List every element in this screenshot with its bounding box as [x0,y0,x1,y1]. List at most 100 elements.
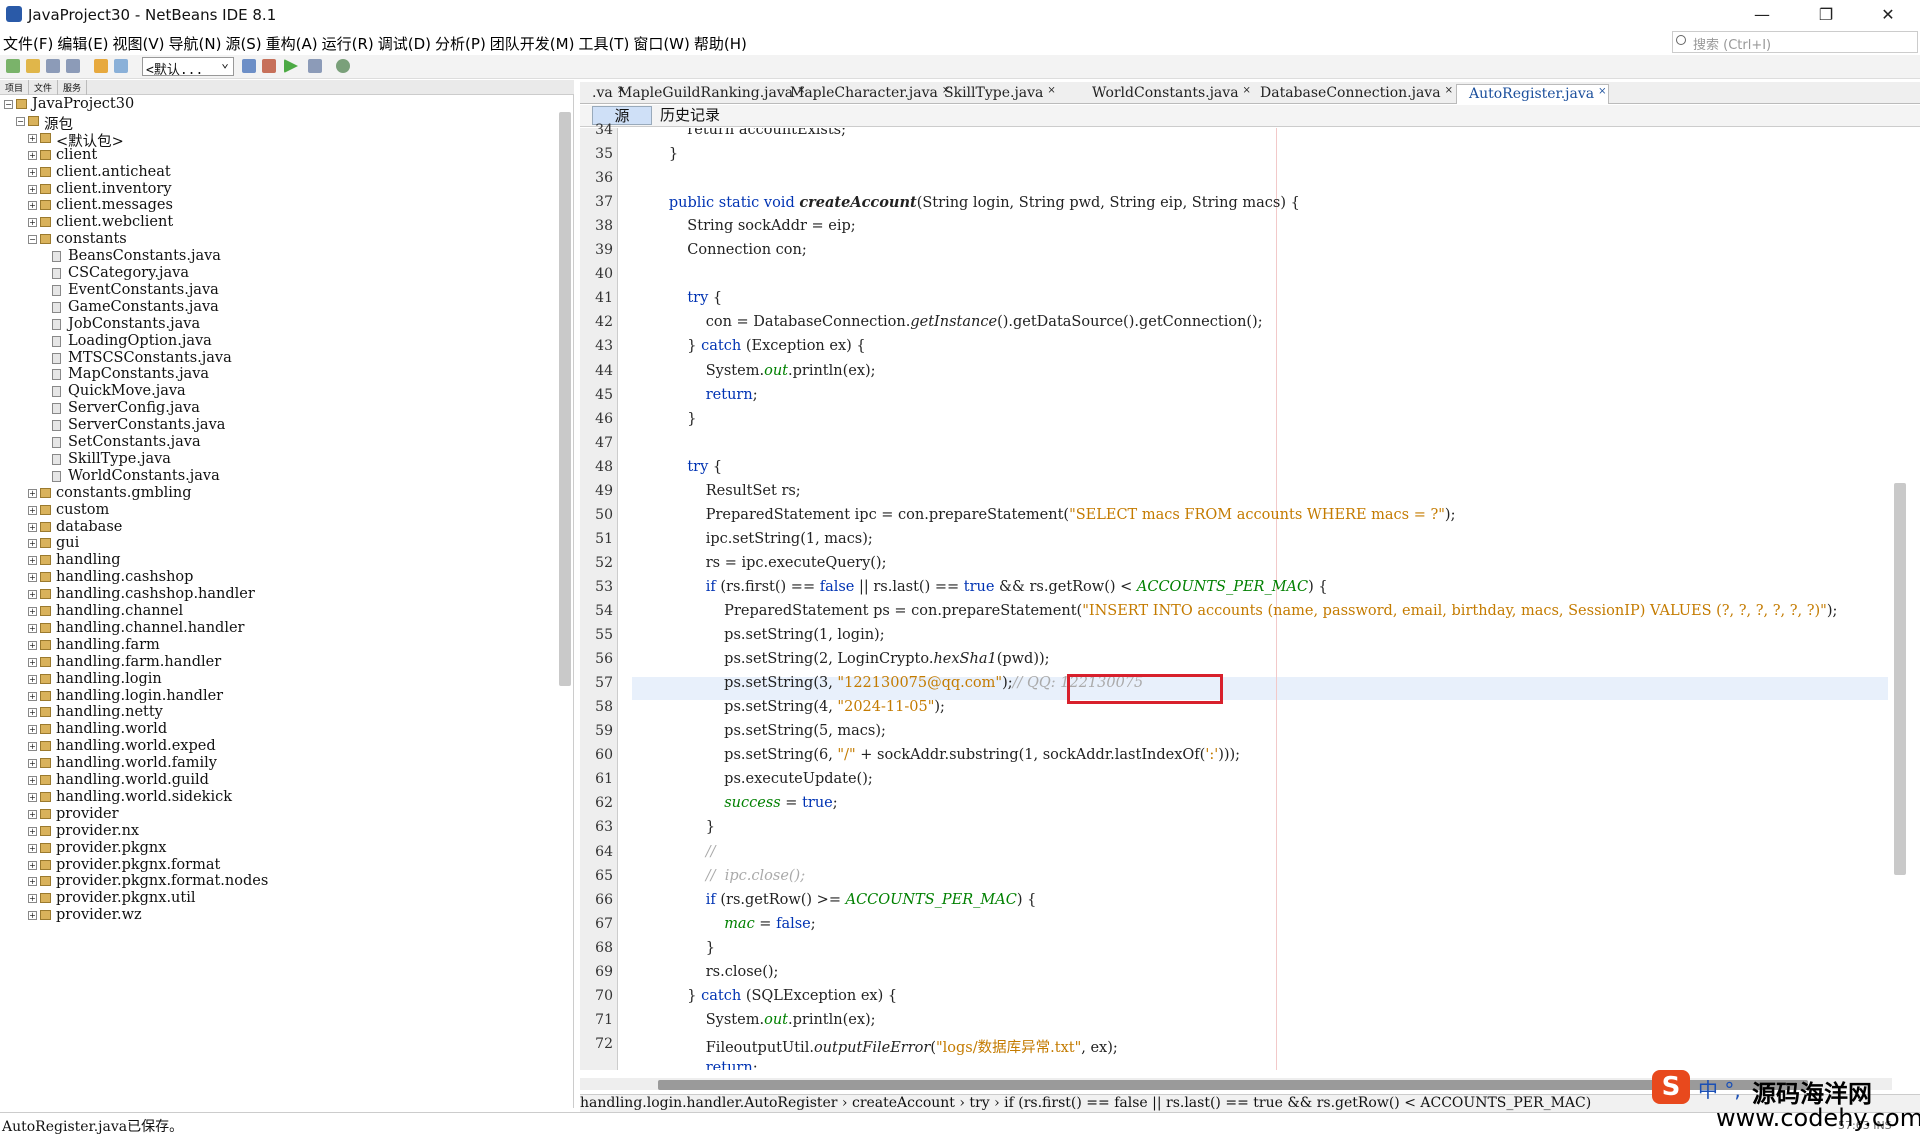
expand-icon[interactable]: + [28,607,37,616]
code-line[interactable]: con = DatabaseConnection.getInstance().g… [632,314,1263,338]
expand-icon[interactable]: + [28,708,37,718]
expand-icon[interactable]: + [28,843,37,853]
code-line[interactable]: Connection con; [632,242,806,266]
menu-item[interactable]: 调试(D) [375,30,432,54]
expand-icon[interactable]: + [28,809,37,819]
expand-icon[interactable]: + [28,894,37,904]
expand-icon[interactable]: + [28,657,37,667]
expand-icon[interactable]: + [28,573,37,583]
code-line[interactable]: // ipc.close(); [632,868,805,892]
code-line[interactable]: PreparedStatement ps = con.prepareStatem… [632,603,1837,627]
code-line[interactable]: if (rs.first() == false || rs.last() == … [632,579,1328,603]
expand-icon[interactable]: + [28,623,37,633]
code-line[interactable]: ipc.setString(1, macs); [632,531,873,555]
expand-icon[interactable]: + [28,150,37,160]
code-line[interactable]: ps.setString(2, LoginCrypto.hexSha1(pwd)… [632,651,1049,675]
editor-scroll-thumb[interactable] [1894,483,1906,875]
expand-icon[interactable]: + [28,640,37,650]
menu-item[interactable]: 窗口(W) [630,30,691,54]
expand-icon[interactable]: + [28,488,37,498]
collapse-icon[interactable]: − [28,235,37,245]
close-button[interactable]: ✕ [1864,0,1912,30]
new-file-icon[interactable] [26,59,40,73]
expand-icon[interactable]: + [28,691,37,701]
menu-item[interactable]: 视图(V) [110,30,166,54]
code-line[interactable]: } [632,146,678,170]
expand-icon[interactable]: + [28,725,37,735]
code-line[interactable]: ps.executeUpdate(); [632,771,873,795]
expand-icon[interactable]: + [28,826,37,836]
restore-button[interactable]: ❐ [1802,0,1850,30]
code-line[interactable]: ps.setString(4, "2024-11-05"); [632,699,945,723]
search-input[interactable]: 搜索 (Ctrl+I) [1672,31,1918,53]
expand-icon[interactable]: + [28,742,37,752]
code-line[interactable]: } [632,819,715,843]
expand-icon[interactable]: + [28,792,37,802]
tab-files[interactable]: 文件 [29,80,59,95]
code-line[interactable]: mac = false; [632,916,815,940]
debug-icon[interactable] [308,59,322,73]
code-line[interactable]: try { [632,459,722,483]
close-tab-icon[interactable]: × [1598,86,1606,97]
expand-icon[interactable]: + [28,556,37,566]
menu-item[interactable]: 编辑(E) [54,30,109,54]
code-line[interactable]: ps.setString(6, "/" + sockAddr.substring… [632,747,1240,771]
redo-icon[interactable] [114,59,128,73]
code-line[interactable]: return; [632,1060,758,1070]
profile-icon[interactable] [336,59,350,73]
expand-icon[interactable]: + [28,167,37,177]
menu-item[interactable]: 工具(T) [575,30,630,54]
code-editor[interactable]: return accountExists; } public static vo… [632,128,1888,1070]
code-line[interactable]: rs = ipc.executeQuery(); [632,555,887,579]
minimize-button[interactable]: — [1738,0,1786,30]
tab-projects[interactable]: 项目 [0,80,30,95]
run-icon[interactable] [284,59,298,73]
expand-icon[interactable]: + [28,184,37,194]
history-view-button[interactable]: 历史记录 [660,106,720,125]
code-line[interactable]: FileoutputUtil.outputFileError("logs/数据库… [632,1036,1118,1060]
new-project-icon[interactable] [6,59,20,73]
expand-icon[interactable]: + [28,505,37,515]
code-line[interactable]: try { [632,290,722,314]
code-line[interactable]: return accountExists; [632,128,846,146]
build-icon[interactable] [242,59,256,73]
code-line[interactable]: String sockAddr = eip; [632,218,855,242]
menu-item[interactable]: 分析(P) [432,30,487,54]
close-tab-icon[interactable]: × [1047,85,1055,96]
menu-item[interactable]: 团队开发(M) [487,30,576,54]
code-line[interactable]: success = true; [632,795,837,819]
menu-item[interactable]: 运行(R) [319,30,375,54]
code-line[interactable]: } catch (Exception ex) { [632,338,865,362]
close-tab-icon[interactable]: × [1445,85,1453,96]
code-line[interactable]: public static void createAccount(String … [632,194,1300,218]
menu-item[interactable]: 重构(A) [263,30,319,54]
expand-icon[interactable]: + [28,522,37,532]
clean-build-icon[interactable] [262,59,276,73]
code-line[interactable]: PreparedStatement ipc = con.prepareState… [632,507,1456,531]
open-project-icon[interactable] [46,59,60,73]
editor-tab[interactable]: AutoRegister.java × [1456,84,1610,104]
editor-tab[interactable]: MapleCharacter.java × [778,84,952,104]
expand-icon[interactable]: + [28,133,37,143]
menu-item[interactable]: 帮助(H) [691,30,748,54]
editor-tab[interactable]: SkillType.java × [932,84,1058,104]
menu-item[interactable]: 文件(F) [0,30,54,54]
config-select[interactable]: <默认... [142,56,234,78]
code-line[interactable]: } [632,940,715,964]
collapse-icon[interactable]: − [16,116,25,126]
collapse-icon[interactable]: − [4,100,13,109]
code-line[interactable]: System.out.println(ex); [632,1012,876,1036]
expand-icon[interactable]: + [28,218,37,228]
code-line[interactable]: ps.setString(1, login); [632,627,884,651]
expand-icon[interactable]: + [28,674,37,684]
menu-item[interactable]: 源(S) [222,30,262,54]
expand-icon[interactable]: + [28,860,37,870]
code-line[interactable]: if (rs.getRow() >= ACCOUNTS_PER_MAC) { [632,892,1037,916]
expand-icon[interactable]: + [28,539,37,549]
tab-services[interactable]: 服务 [58,80,88,95]
expand-icon[interactable]: + [28,201,37,211]
code-line[interactable]: System.out.println(ex); [632,363,876,387]
expand-icon[interactable]: + [28,759,37,769]
code-line[interactable]: } [632,411,696,435]
code-line[interactable]: return; [632,387,758,411]
